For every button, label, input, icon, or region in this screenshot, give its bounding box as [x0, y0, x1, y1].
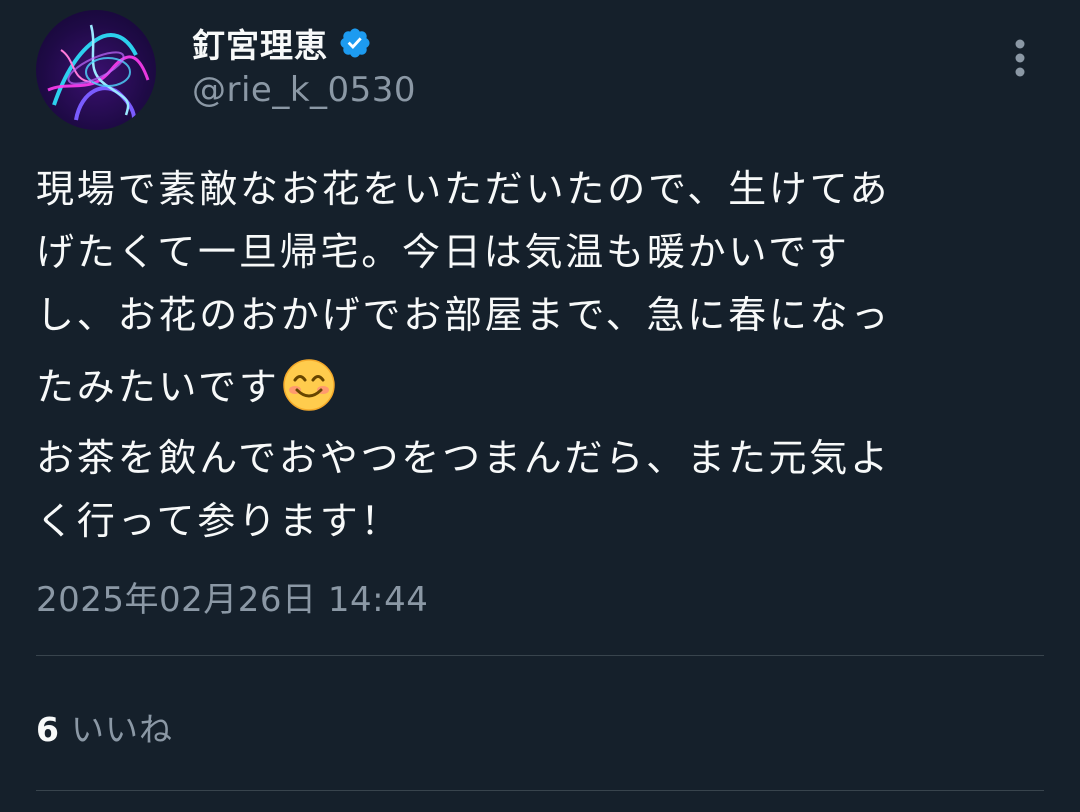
divider [36, 790, 1044, 791]
likes-label: いいね [70, 710, 173, 749]
author-handle[interactable]: @rie_k_0530 [192, 70, 416, 110]
tweet-timestamp[interactable]: 2025年02月26日 14:44 [36, 572, 428, 621]
verified-badge-icon [338, 26, 372, 60]
tweet-text-line: たみたいです [36, 365, 280, 409]
tweet-text-line-with-emoji: たみたいです [36, 347, 1036, 427]
tweet-text-line: 現場で素敵なお花をいただいたので、生けてあ [36, 167, 891, 211]
tweet-text: 現場で素敵なお花をいただいたので、生けてあ げたくて一旦帰宅。今日は気温も暖かい… [36, 158, 1036, 553]
smiling-face-emoji-icon [282, 358, 336, 412]
tweet-text-line: げたくて一旦帰宅。今日は気温も暖かいです [36, 230, 850, 274]
tweet-text-line: し、お花のおかげでお部屋まで、急に春になっ [36, 293, 892, 337]
likes-stat[interactable]: 6 いいね [36, 703, 173, 751]
tweet-text-line: お茶を飲んでおやつをつまんだら、また元気よ [36, 436, 891, 480]
author-avatar[interactable] [36, 10, 156, 130]
more-vertical-icon[interactable] [1006, 38, 1034, 78]
author-display-name[interactable]: 釘宮理恵 [192, 19, 328, 67]
divider [36, 655, 1044, 656]
author-name-row: 釘宮理恵 [192, 20, 372, 66]
likes-count: 6 [36, 710, 59, 749]
tweet-text-line: く行って参ります！ [36, 499, 402, 543]
